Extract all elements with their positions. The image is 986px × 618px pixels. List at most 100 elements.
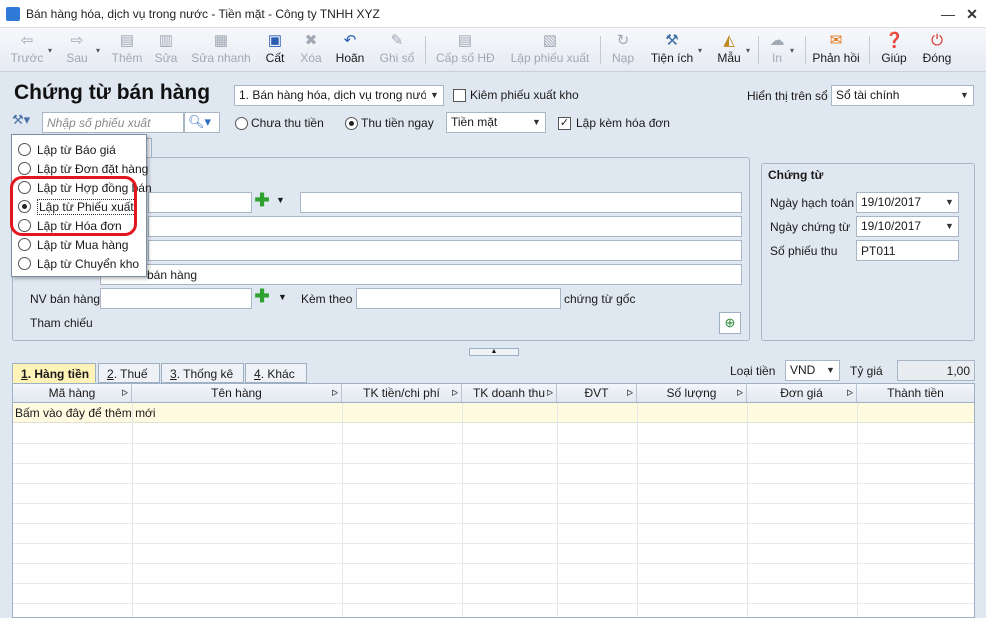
column-header-dvt[interactable]: ĐVT ᐅ: [557, 384, 637, 403]
add-new-row[interactable]: Bấm vào đây để thêm mới: [13, 403, 974, 423]
column-header-ma-hang[interactable]: Mã hàng ᐅ: [13, 384, 132, 403]
sau-button[interactable]: ⇨ Sau ▾: [62, 30, 100, 70]
sua-nhanh-button[interactable]: ▦ Sửa nhanh: [191, 30, 251, 70]
tham-chieu-label: Tham chiếu: [30, 316, 93, 330]
column-header-ten-hang[interactable]: Tên hàng ᐅ: [132, 384, 342, 403]
chua-thu-tien-radio[interactable]: [235, 117, 248, 130]
undo-icon: ↶: [343, 32, 357, 49]
column-header-thanh-tien[interactable]: Thành tiền: [857, 384, 974, 403]
hien-thi-tren-so-label: Hiển thị trên sổ: [747, 89, 828, 103]
ty-gia-input[interactable]: 1,00: [897, 360, 975, 381]
source-menu-button[interactable]: ⚒▾: [12, 112, 42, 133]
lap-kem-hoa-don-checkbox[interactable]: ✓: [558, 117, 571, 130]
pin-icon[interactable]: ᐅ: [546, 384, 553, 402]
kem-theo-input[interactable]: [356, 288, 561, 309]
sale-type-select[interactable]: 1. Bán hàng hóa, dịch vụ trong nước ▼: [234, 85, 444, 106]
them-button[interactable]: ▤ Thêm: [110, 30, 144, 70]
feedback-icon: ✉: [829, 32, 843, 49]
lap-phieu-xuat-button[interactable]: ▧ Lập phiếu xuất: [509, 30, 591, 70]
nap-button[interactable]: ↻ Nạp: [610, 30, 636, 70]
column-header-tk-tien[interactable]: TK tiền/chi phí ᐅ: [342, 384, 462, 403]
tab-thong-ke[interactable]: 3. Thống kê: [161, 363, 244, 383]
menu-item-chuyen-kho[interactable]: Lập từ Chuyển kho: [18, 255, 144, 273]
export-slip-icon: ▧: [542, 32, 558, 49]
search-input[interactable]: Nhập số phiếu xuất: [42, 112, 184, 133]
loai-tien-label: Loại tiền: [730, 364, 776, 378]
menu-item-bao-gia[interactable]: Lập từ Báo giá: [18, 141, 144, 159]
tools-icon: ⚒▾: [12, 112, 31, 127]
pencil-icon: ✎: [390, 32, 404, 49]
title-bar: Bán hàng hóa, dịch vụ trong nước - Tiền …: [0, 0, 986, 28]
menu-item-mua-hang[interactable]: Lập từ Mua hàng: [18, 236, 144, 254]
ngay-hach-toan-input[interactable]: 19/10/2017 ▼: [856, 192, 959, 213]
kiem-phieu-xuat-kho-checkbox[interactable]: [453, 89, 466, 102]
add-icon[interactable]: ✚: [254, 287, 270, 305]
chung-tu-title: Chứng từ: [768, 168, 824, 182]
customer-name-input[interactable]: [300, 192, 742, 213]
mau-button[interactable]: ◭ Mẫu ▾: [716, 30, 750, 70]
so-phieu-thu-input[interactable]: PT011: [856, 240, 959, 261]
chevron-down-icon: ▼: [528, 113, 545, 132]
chevron-down-icon: ▼: [426, 86, 443, 105]
print-icon: ☁: [769, 32, 785, 49]
pin-icon[interactable]: ᐅ: [626, 384, 633, 402]
arrow-left-icon: ⇦: [20, 32, 34, 49]
dong-button[interactable]: ⏻ Đóng: [921, 30, 953, 70]
save-icon: ▣: [267, 32, 283, 49]
zoom-in-icon[interactable]: ⊕: [719, 312, 741, 334]
hien-thi-tren-so-select[interactable]: Sổ tài chính ▼: [831, 85, 974, 106]
chevron-down-icon[interactable]: ▼: [278, 292, 287, 302]
so-phieu-thu-label: Số phiếu thu: [770, 244, 838, 258]
tab-khac[interactable]: 4. Khác: [245, 363, 307, 383]
hoan-button[interactable]: ↶ Hoãn: [334, 30, 366, 70]
nv-ban-hang-input[interactable]: [100, 288, 252, 309]
column-header-tk-doanh-thu[interactable]: TK doanh thu ᐅ: [462, 384, 557, 403]
cat-button[interactable]: ▣ Cất: [262, 30, 288, 70]
address-input[interactable]: [148, 216, 742, 237]
payment-method-select[interactable]: Tiền mặt ▼: [446, 112, 546, 133]
thu-tien-ngay-radio[interactable]: [345, 117, 358, 130]
in-button[interactable]: ☁ In ▾: [768, 30, 795, 70]
chevron-down-icon: ▼: [956, 86, 973, 105]
pin-icon[interactable]: ᐅ: [736, 384, 743, 402]
chua-thu-tien-label: Chưa thu tiền: [251, 116, 324, 130]
customer-code-input[interactable]: [148, 192, 252, 213]
highlight-annotation: [10, 176, 137, 236]
receiver-input[interactable]: [148, 240, 742, 261]
pin-icon[interactable]: ᐅ: [121, 384, 128, 402]
quick-edit-icon: ▦: [213, 32, 229, 49]
ngay-chung-tu-input[interactable]: 19/10/2017 ▼: [856, 216, 959, 237]
minimize-button[interactable]: —: [938, 4, 958, 24]
help-icon: ❓: [885, 32, 904, 49]
reason-input[interactable]: bán hàng: [100, 264, 742, 285]
template-icon: ◭: [723, 32, 735, 49]
chevron-down-icon[interactable]: ▼: [276, 195, 285, 205]
column-header-don-gia[interactable]: Đơn giá ᐅ: [747, 384, 857, 403]
phan-hoi-button[interactable]: ✉ Phản hồi: [812, 30, 860, 70]
chung-tu-goc-label: chứng từ gốc: [564, 292, 636, 306]
giup-button[interactable]: ❓ Giúp: [880, 30, 908, 70]
ngay-hach-toan-label: Ngày hạch toán: [770, 196, 855, 210]
column-header-so-luong[interactable]: Số lượng ᐅ: [637, 384, 747, 403]
cap-so-hd-button[interactable]: ▤ Cấp số HĐ: [436, 30, 495, 70]
xoa-button[interactable]: ✖ Xóa: [297, 30, 325, 70]
splitter-handle[interactable]: ▲: [469, 348, 519, 356]
ghi-so-button[interactable]: ✎ Ghi sổ: [378, 30, 416, 70]
sua-button[interactable]: ▥ Sửa: [153, 30, 179, 70]
add-doc-icon: ▤: [119, 32, 135, 49]
search-button[interactable]: 🔍︎▾: [184, 112, 220, 133]
truoc-button[interactable]: ⇦ Trước ▾: [10, 30, 52, 70]
pin-icon[interactable]: ᐅ: [846, 384, 853, 402]
pin-icon[interactable]: ᐅ: [451, 384, 458, 402]
loai-tien-select[interactable]: VND ▼: [785, 360, 840, 381]
add-icon[interactable]: ✚: [254, 191, 270, 209]
ngay-chung-tu-label: Ngày chứng từ: [770, 220, 851, 234]
pin-icon[interactable]: ᐅ: [331, 384, 338, 402]
tab-hang-tien[interactable]: 1. Hàng tiền: [12, 363, 96, 383]
tien-ich-button[interactable]: ⚒ Tiện ích ▾: [650, 30, 702, 70]
toolbar: ⇦ Trước ▾ ⇨ Sau ▾ ▤ Thêm ▥ Sửa ▦ Sửa nhanh ▣ Cất…: [0, 28, 986, 72]
lap-kem-hoa-don-label: Lập kèm hóa đơn: [576, 116, 670, 130]
close-button[interactable]: ✕: [962, 4, 982, 24]
kem-theo-label: Kèm theo: [301, 292, 353, 306]
tab-thue[interactable]: 2. Thuế: [98, 363, 160, 383]
